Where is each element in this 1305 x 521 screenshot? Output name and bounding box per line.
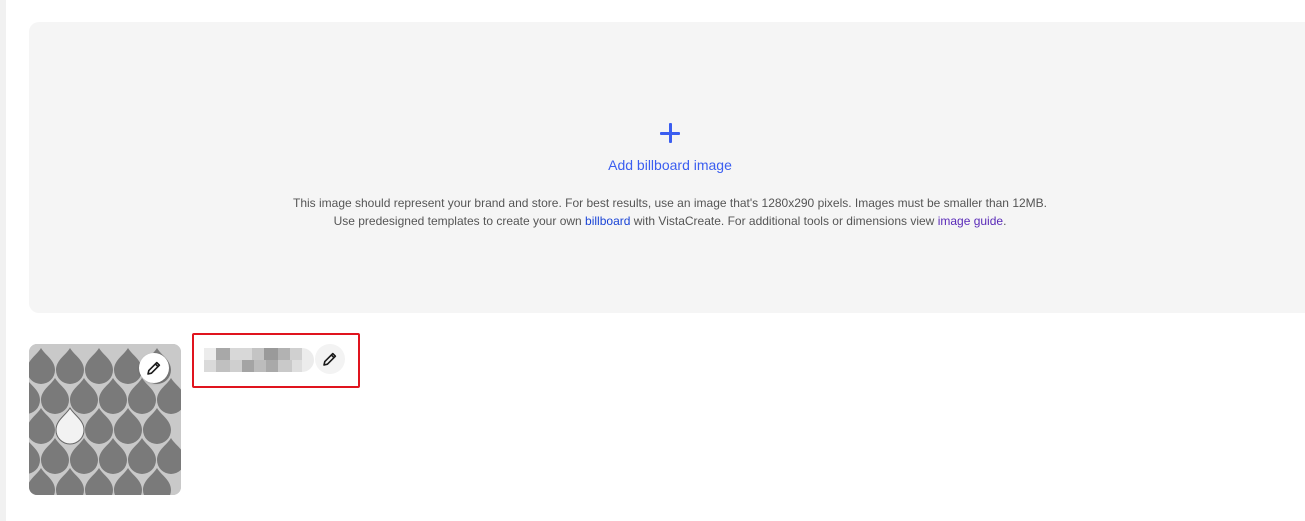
billboard-template-link[interactable]: billboard [585, 214, 630, 228]
storefront-settings: Add billboard image This image should re… [0, 0, 1305, 521]
edit-store-name-button[interactable] [315, 344, 345, 374]
help-line-1: This image should represent your brand a… [292, 196, 1047, 210]
help-line-2-suffix: . [1003, 214, 1007, 228]
help-line-2-prefix: Use predesigned templates to create your… [333, 214, 586, 228]
billboard-upload-area[interactable]: Add billboard image This image should re… [29, 22, 1305, 313]
store-logo[interactable] [29, 344, 181, 495]
image-guide-link[interactable]: image guide [938, 214, 1003, 228]
edit-logo-button[interactable] [139, 353, 169, 383]
plus-icon [659, 122, 681, 144]
add-billboard-label: Add billboard image [608, 157, 732, 173]
add-billboard-button[interactable]: Add billboard image [29, 122, 1305, 173]
pencil-icon [147, 361, 161, 375]
pencil-icon [323, 352, 337, 366]
left-edge-divider [0, 0, 6, 521]
help-line-2-middle: with VistaCreate. For additional tools o… [630, 214, 938, 228]
store-name-redacted [204, 348, 314, 372]
billboard-help-text: This image should represent your brand a… [29, 194, 1305, 230]
help-line-2: Use predesigned templates to create your… [29, 212, 1305, 230]
